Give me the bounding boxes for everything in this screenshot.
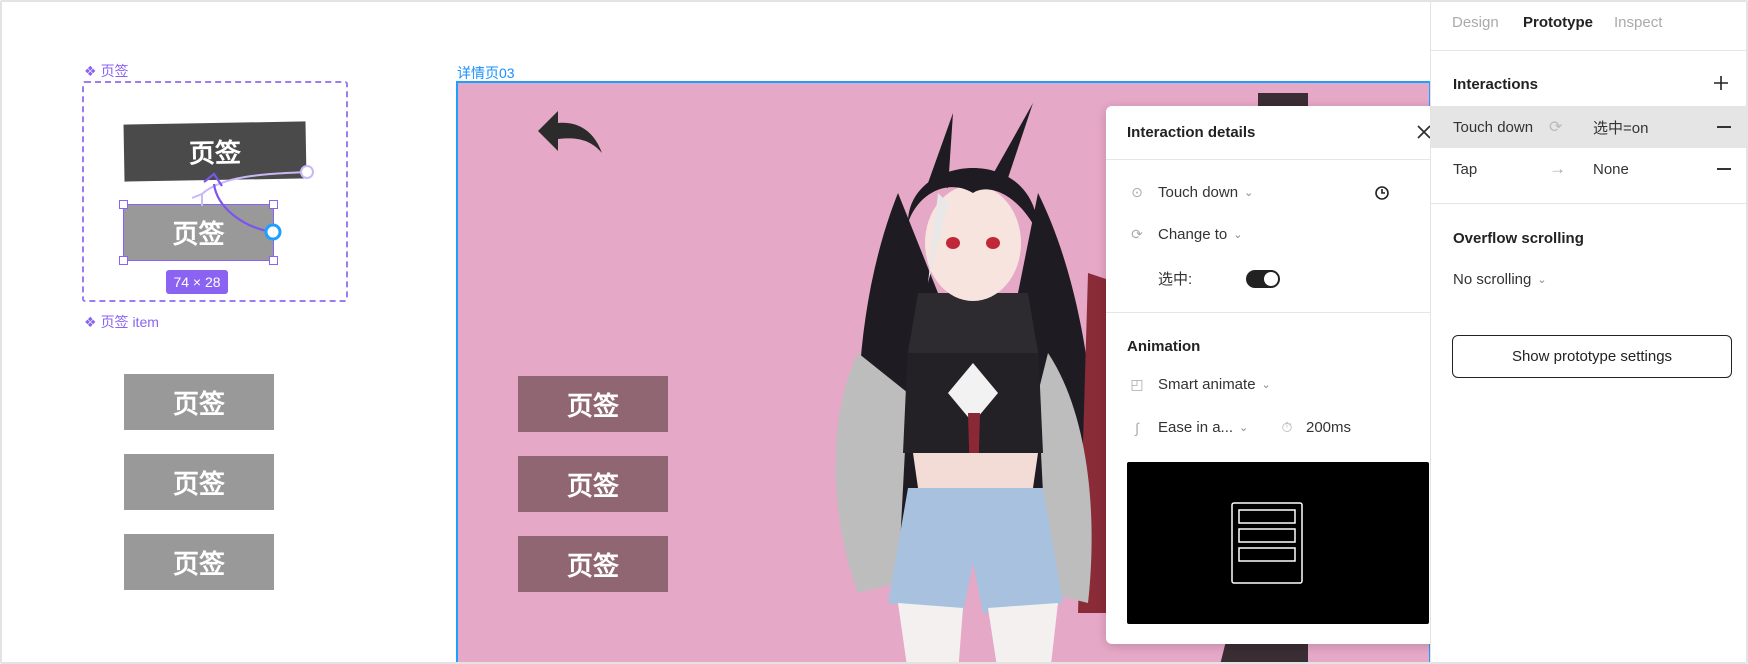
canvas[interactable]: ❖ 页签 页签 页签 74 × 28 ❖ 页签 item 页签 页签 页签 详情… bbox=[0, 0, 1748, 664]
tab-item[interactable]: 页签 bbox=[124, 534, 274, 590]
frame-tab[interactable]: 页签 bbox=[518, 536, 668, 592]
chevron-down-icon: ⌄ bbox=[1233, 229, 1243, 241]
stopwatch-icon: ⏱ bbox=[1281, 419, 1293, 435]
tab-design[interactable]: Design bbox=[1452, 14, 1499, 31]
animation-type-select[interactable]: ◰ Smart animate ⌄ bbox=[1126, 376, 1271, 393]
size-badge: 74 × 28 bbox=[166, 270, 228, 294]
trigger-select[interactable]: ⊙ Touch down ⌄ bbox=[1126, 184, 1253, 201]
easing-curve-icon: ∫ bbox=[1135, 419, 1139, 436]
action-select[interactable]: ⟳ Change to ⌄ bbox=[1126, 226, 1242, 243]
arrow-right-icon: → bbox=[1549, 159, 1566, 178]
interactions-title: Interactions bbox=[1453, 76, 1539, 93]
preview-frame-icon bbox=[1231, 502, 1303, 584]
interaction-details-popup[interactable]: Interaction details ⊙ Touch down ⌄ ⟳ Cha… bbox=[1106, 106, 1451, 644]
property-row: 选中: bbox=[1158, 271, 1193, 288]
chevron-down-icon: ⌄ bbox=[1244, 187, 1254, 199]
tab-item[interactable]: 页签 bbox=[124, 374, 274, 430]
frame-tab[interactable]: 页签 bbox=[518, 376, 668, 432]
add-interaction-icon[interactable] bbox=[1713, 75, 1729, 91]
back-arrow-icon[interactable] bbox=[536, 109, 606, 159]
change-to-icon: ⟳ bbox=[1549, 119, 1563, 136]
remove-interaction-icon[interactable] bbox=[1717, 126, 1731, 128]
tab-inspect[interactable]: Inspect bbox=[1614, 14, 1662, 31]
overflow-title: Overflow scrolling bbox=[1453, 230, 1584, 247]
divider bbox=[1106, 159, 1451, 160]
overflow-select[interactable]: No scrolling ⌄ bbox=[1453, 271, 1547, 288]
property-toggle[interactable] bbox=[1246, 270, 1280, 288]
divider bbox=[1431, 203, 1746, 204]
component-icon: ❖ bbox=[84, 62, 97, 79]
interaction-row-touch-down[interactable]: Touch down ⟳ 选中=on bbox=[1431, 106, 1746, 148]
component-icon: ❖ bbox=[84, 313, 97, 330]
toggle-knob bbox=[1264, 272, 1278, 286]
chevron-down-icon: ⌄ bbox=[1239, 422, 1249, 434]
frame-tab[interactable]: 页签 bbox=[518, 456, 668, 512]
divider bbox=[1431, 50, 1746, 51]
remove-interaction-icon[interactable] bbox=[1717, 168, 1731, 170]
prototype-connection-icon[interactable] bbox=[182, 162, 322, 272]
popup-title: Interaction details bbox=[1127, 124, 1256, 141]
easing-select[interactable]: ∫ Ease in a... ⌄ bbox=[1126, 419, 1248, 436]
animation-title: Animation bbox=[1127, 338, 1201, 355]
animation-preview bbox=[1127, 462, 1429, 624]
delay-timer-icon[interactable] bbox=[1374, 185, 1390, 201]
smart-animate-icon: ◰ bbox=[1130, 376, 1144, 392]
duration-field[interactable]: ⏱ 200ms bbox=[1276, 419, 1352, 436]
tab-prototype[interactable]: Prototype bbox=[1523, 14, 1593, 31]
tab-item[interactable]: 页签 bbox=[124, 454, 274, 510]
properties-panel: Design Prototype Inspect Interactions To… bbox=[1430, 2, 1746, 662]
interaction-row-tap[interactable]: Tap → None bbox=[1431, 148, 1746, 190]
touch-icon: ⊙ bbox=[1131, 184, 1143, 200]
show-prototype-settings-button[interactable]: Show prototype settings bbox=[1452, 335, 1732, 378]
change-to-icon: ⟳ bbox=[1131, 226, 1143, 242]
frame-label[interactable]: 详情页03 bbox=[457, 63, 515, 83]
component-label[interactable]: ❖ 页签 bbox=[84, 61, 129, 81]
chevron-down-icon: ⌄ bbox=[1261, 379, 1271, 391]
chevron-down-icon: ⌄ bbox=[1537, 274, 1547, 286]
resize-handle-tl[interactable] bbox=[119, 200, 128, 209]
item-component-label[interactable]: ❖ 页签 item bbox=[84, 312, 159, 332]
divider bbox=[1106, 312, 1451, 313]
resize-handle-bl[interactable] bbox=[119, 256, 128, 265]
